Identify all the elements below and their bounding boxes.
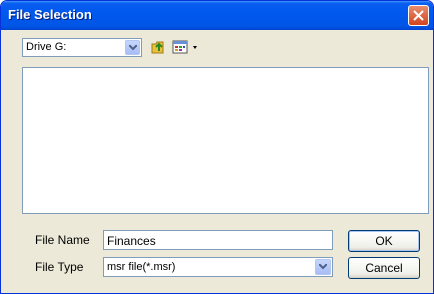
file-list[interactable] bbox=[22, 67, 429, 214]
title-bar[interactable]: File Selection bbox=[1, 1, 433, 30]
view-menu-button[interactable] bbox=[172, 39, 202, 55]
drive-select-value: Drive G: bbox=[26, 41, 67, 53]
ok-button[interactable]: OK bbox=[348, 230, 420, 252]
chevron-down-icon bbox=[319, 264, 327, 270]
chevron-down-icon bbox=[129, 45, 137, 51]
close-button[interactable] bbox=[408, 5, 429, 26]
drive-select[interactable]: Drive G: bbox=[22, 38, 142, 57]
file-type-value: msr file(*.msr) bbox=[107, 261, 176, 273]
file-type-dropdown-button[interactable] bbox=[315, 259, 331, 275]
folder-up-icon bbox=[151, 41, 164, 54]
file-selection-dialog: File Selection Drive G: File Name Financ… bbox=[0, 0, 434, 294]
close-icon bbox=[413, 10, 424, 21]
window-title: File Selection bbox=[8, 7, 92, 22]
file-name-label: File Name bbox=[35, 233, 90, 247]
file-type-select[interactable]: msr file(*.msr) bbox=[103, 257, 333, 277]
folder-up-button[interactable] bbox=[150, 39, 166, 55]
file-name-input[interactable] bbox=[103, 230, 333, 250]
cancel-button[interactable]: Cancel bbox=[348, 257, 420, 279]
file-type-label: File Type bbox=[35, 260, 84, 274]
drive-dropdown-button[interactable] bbox=[125, 40, 140, 55]
view-menu-icon bbox=[172, 40, 197, 54]
